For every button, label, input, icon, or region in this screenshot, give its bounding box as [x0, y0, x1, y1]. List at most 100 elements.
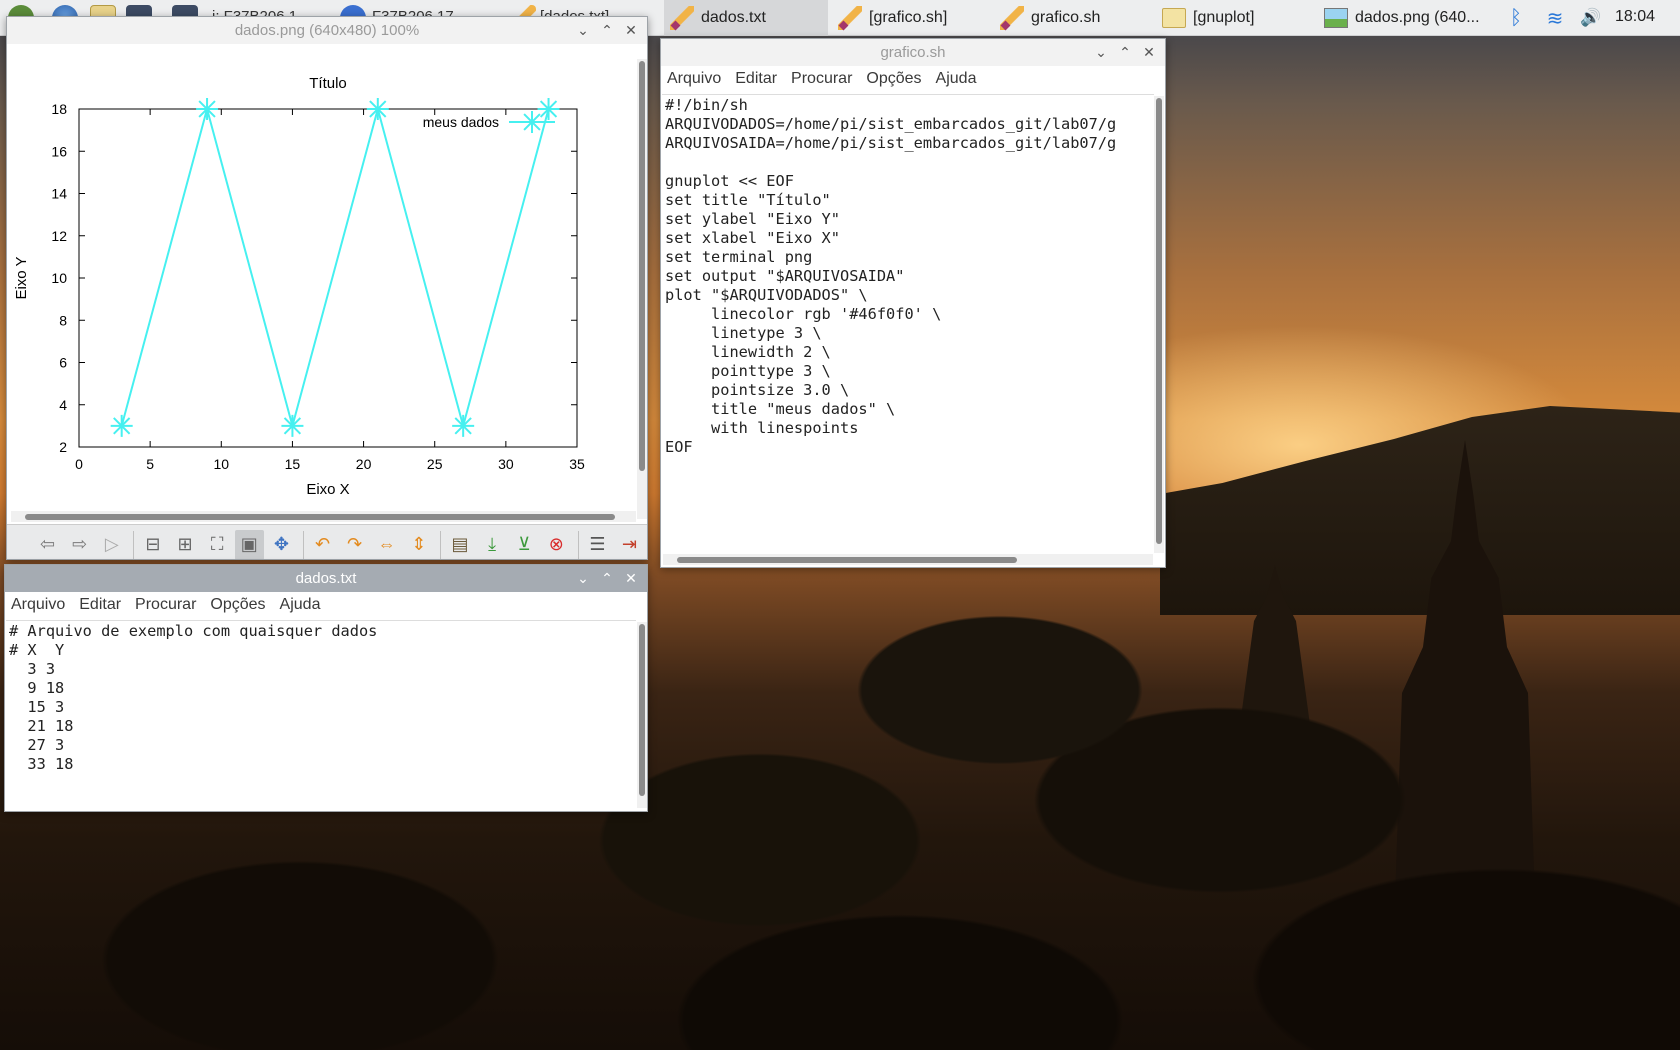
scrollbar-thumb[interactable]	[25, 514, 615, 520]
data-line: 15 3	[9, 698, 65, 716]
back-icon[interactable]: ⇦	[33, 530, 62, 560]
menu-arquivo[interactable]: Arquivo	[667, 70, 721, 88]
save-as-icon[interactable]: ⊻	[510, 530, 539, 560]
minimize-icon[interactable]: ⌄	[573, 568, 593, 588]
menu-procurar[interactable]: Procurar	[135, 596, 196, 614]
flip-v-icon[interactable]: ⇕	[404, 530, 433, 560]
script-line: ARQUIVOSAIDA=/home/pi/sist_embarcados_gi…	[665, 134, 1117, 152]
maximize-icon[interactable]: ⌃	[597, 568, 617, 588]
x-tick-label: 15	[285, 456, 301, 472]
x-tick-label: 0	[75, 456, 83, 472]
y-axis-label: Eixo Y	[13, 256, 30, 299]
data-line: 33 18	[9, 755, 74, 773]
taskbar-task-dados-png[interactable]: dados.png (640...	[1318, 0, 1482, 36]
flip-h-icon[interactable]: ⇔	[372, 530, 401, 560]
bluetooth-icon[interactable]: ᛒ	[1502, 0, 1530, 36]
x-tick-label: 5	[146, 456, 154, 472]
rotate-cw-icon[interactable]: ↷	[340, 530, 369, 560]
menu-ajuda[interactable]: Ajuda	[280, 596, 321, 614]
wifi-icon[interactable]: ≋	[1538, 0, 1572, 36]
x-tick-label: 35	[569, 456, 585, 472]
script-line: ARQUIVODADOS=/home/pi/sist_embarcados_gi…	[665, 115, 1117, 133]
quit-icon[interactable]: ⇥	[615, 530, 644, 560]
rotate-ccw-icon[interactable]: ↶	[308, 530, 337, 560]
minimize-icon[interactable]: ⌄	[573, 20, 593, 40]
script-line: linetype 3 \	[665, 324, 822, 342]
taskbar-task-grafico-sh[interactable]: grafico.sh	[994, 0, 1154, 36]
minimize-icon[interactable]: ⌄	[1091, 42, 1111, 62]
window-titlebar[interactable]: dados.png (640x480) 100% ⌄ ⌃ ✕	[7, 17, 647, 44]
volume-icon[interactable]: 🔊	[1576, 0, 1606, 36]
menu-editar[interactable]: Editar	[79, 596, 121, 614]
preferences-icon[interactable]: ☰	[583, 530, 612, 560]
task-label: dados.png (640...	[1355, 9, 1480, 26]
taskbar-task-grafico-sh-modified[interactable]: [grafico.sh]	[832, 0, 992, 36]
x-tick-label: 30	[498, 456, 514, 472]
close-icon[interactable]: ✕	[1139, 42, 1159, 62]
script-line: plot "$ARQUIVODADOS" \	[665, 286, 868, 304]
script-line: set ylabel "Eixo Y"	[665, 210, 840, 228]
data-editor-window: dados.txt ⌄ ⌃ ✕ Arquivo Editar Procurar …	[4, 564, 648, 812]
data-text-area[interactable]: # Arquivo de exemplo com quaisquer dados…	[6, 620, 636, 810]
forward-icon[interactable]: ⇨	[65, 530, 94, 560]
task-label: [grafico.sh]	[869, 9, 948, 26]
viewer-toolbar: ⇦ ⇨ ▷ ⊟ ⊞ ⛶ ▣ ✥ ↶ ↷ ⇔ ⇕ ▤ ⤓ ⊻ ⊗ ☰ ⇥	[7, 524, 647, 560]
window-titlebar[interactable]: dados.txt ⌄ ⌃ ✕	[5, 565, 647, 592]
vertical-scrollbar[interactable]	[637, 59, 647, 519]
maximize-icon[interactable]: ⌃	[597, 20, 617, 40]
image-icon	[1324, 8, 1348, 28]
delete-icon[interactable]: ⊗	[542, 530, 571, 560]
open-icon[interactable]: ▤	[445, 530, 474, 560]
scrollbar-thumb[interactable]	[677, 557, 1017, 563]
script-line: set xlabel "Eixo X"	[665, 229, 840, 247]
window-titlebar[interactable]: grafico.sh ⌄ ⌃ ✕	[661, 39, 1165, 66]
menu-ajuda[interactable]: Ajuda	[936, 70, 977, 88]
y-tick-label: 12	[51, 228, 67, 244]
horizontal-scrollbar[interactable]	[11, 511, 636, 522]
image-viewer-window: dados.png (640x480) 100% ⌄ ⌃ ✕ 2 4 6 8 10 12 1…	[6, 16, 648, 560]
close-icon[interactable]: ✕	[621, 20, 641, 40]
fullscreen-icon[interactable]: ✥	[267, 530, 296, 560]
menu-bar: Arquivo Editar Procurar Opções Ajuda	[661, 66, 1165, 92]
y-tick-label: 18	[51, 101, 67, 117]
scrollbar-thumb[interactable]	[1156, 98, 1162, 544]
pencil-icon	[670, 6, 694, 30]
script-line: set title "Título"	[665, 191, 831, 209]
zoom-out-icon[interactable]: ⊟	[138, 530, 167, 560]
vertical-scrollbar[interactable]	[637, 622, 647, 808]
menu-editar[interactable]: Editar	[735, 70, 777, 88]
menu-procurar[interactable]: Procurar	[791, 70, 852, 88]
menu-opcoes[interactable]: Opções	[866, 70, 921, 88]
script-line: pointtype 3 \	[665, 362, 831, 380]
maximize-icon[interactable]: ⌃	[1115, 42, 1135, 62]
original-size-icon[interactable]: ▣	[234, 529, 264, 559]
play-icon[interactable]: ▷	[97, 530, 126, 560]
script-line: #!/bin/sh	[665, 96, 748, 114]
window-title: grafico.sh	[880, 44, 946, 61]
zoom-in-icon[interactable]: ⊞	[170, 530, 199, 560]
chart-title: Título	[309, 75, 347, 92]
clock[interactable]: 18:04	[1615, 8, 1655, 26]
script-line: EOF	[665, 438, 693, 456]
data-line: 3 3	[9, 660, 56, 678]
save-icon[interactable]: ⤓	[478, 530, 507, 560]
script-text-area[interactable]: #!/bin/sh ARQUIVODADOS=/home/pi/sist_emba…	[662, 94, 1154, 553]
toolbar-separator	[440, 530, 442, 559]
x-axis-label: Eixo X	[306, 481, 349, 498]
taskbar-task-gnuplot-folder[interactable]: [gnuplot]	[1156, 0, 1316, 36]
menu-opcoes[interactable]: Opções	[210, 596, 265, 614]
toolbar-separator	[133, 530, 135, 559]
script-line	[665, 153, 1151, 172]
vertical-scrollbar[interactable]	[1154, 96, 1164, 553]
scrollbar-thumb[interactable]	[639, 624, 645, 796]
y-tick-label: 8	[59, 312, 67, 328]
script-editor-window: grafico.sh ⌄ ⌃ ✕ Arquivo Editar Procurar…	[660, 38, 1166, 568]
fit-icon[interactable]: ⛶	[203, 530, 232, 560]
taskbar-task-dados-txt[interactable]: dados.txt	[664, 0, 828, 36]
menu-arquivo[interactable]: Arquivo	[11, 596, 65, 614]
close-icon[interactable]: ✕	[621, 568, 641, 588]
scrollbar-thumb[interactable]	[639, 61, 645, 471]
data-line: # Arquivo de exemplo com quaisquer dados	[9, 622, 378, 640]
horizontal-scrollbar[interactable]	[663, 554, 1153, 565]
data-line: 27 3	[9, 736, 65, 754]
